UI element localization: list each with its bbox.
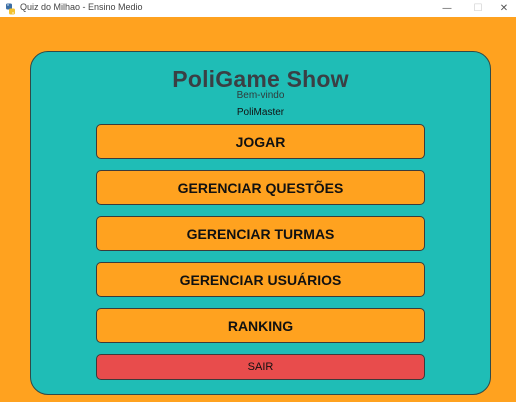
minimize-icon[interactable]: — bbox=[432, 0, 462, 17]
welcome-text: Bem-vindo bbox=[236, 90, 285, 101]
username-label: PoliMaster bbox=[236, 107, 285, 118]
window-body: PoliGame Show Bem-vindo PoliMaster JOGAR… bbox=[0, 17, 516, 402]
manage-users-button[interactable]: GERENCIAR USUÁRIOS bbox=[96, 262, 425, 297]
exit-button[interactable]: SAIR bbox=[96, 354, 425, 380]
python-app-icon bbox=[5, 2, 16, 15]
window-title: Quiz do Milhao - Ensino Medio bbox=[20, 2, 143, 12]
main-panel: PoliGame Show Bem-vindo PoliMaster JOGAR… bbox=[30, 51, 491, 395]
manage-questions-button[interactable]: GERENCIAR QUESTÕES bbox=[96, 170, 425, 205]
page-title: PoliGame Show bbox=[172, 66, 349, 92]
manage-classes-button[interactable]: GERENCIAR TURMAS bbox=[96, 216, 425, 251]
play-button[interactable]: JOGAR bbox=[96, 124, 425, 159]
close-icon[interactable]: ✕ bbox=[489, 0, 516, 17]
ranking-button[interactable]: RANKING bbox=[96, 308, 425, 343]
window-titlebar: Quiz do Milhao - Ensino Medio — ☐ ✕ bbox=[0, 0, 516, 17]
